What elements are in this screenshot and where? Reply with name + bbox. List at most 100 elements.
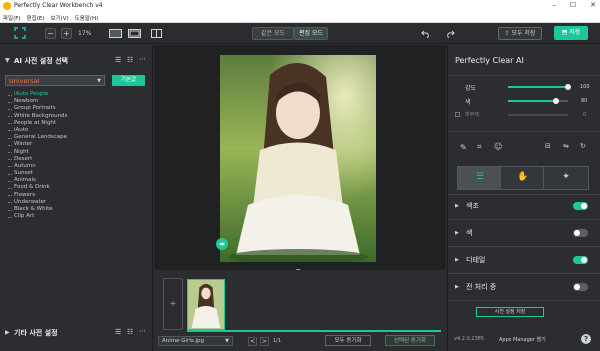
- single-view-icon[interactable]: [109, 29, 122, 38]
- expand-arrow-icon[interactable]: ▶: [5, 329, 10, 336]
- hand-icon: ✋: [517, 172, 529, 182]
- preset-select[interactable]: Universal ▼: [5, 75, 105, 86]
- more-options-icon[interactable]: ⋯: [139, 327, 146, 335]
- crop-icon[interactable]: ⌗: [477, 142, 482, 152]
- strength-value: 100: [580, 84, 590, 90]
- slider-label-skin: 피부색: [465, 112, 479, 118]
- preset-item[interactable]: Desert: [8, 156, 148, 163]
- preset-item[interactable]: Sunset: [8, 170, 148, 177]
- preset-item[interactable]: General Landscape: [8, 134, 148, 141]
- prev-image-button[interactable]: <: [248, 337, 257, 346]
- menu-help[interactable]: 도움말(H): [75, 14, 99, 22]
- undo-icon[interactable]: [421, 29, 431, 38]
- grid-view-icon[interactable]: ☷: [127, 56, 133, 64]
- tab-compare-mode[interactable]: 같은 모드: [252, 27, 294, 40]
- thumbnail[interactable]: [187, 279, 225, 330]
- panel-title: Perfectly Clear AI: [455, 56, 524, 65]
- more-options-icon[interactable]: ⋯: [139, 55, 146, 63]
- list-view-icon[interactable]: ☰: [115, 328, 121, 336]
- color-slider-knob[interactable]: [553, 98, 559, 104]
- preset-item[interactable]: Autumn: [8, 163, 148, 170]
- preset-item[interactable]: Newborn: [8, 98, 148, 105]
- preset-item[interactable]: iAuto People: [8, 91, 148, 98]
- split-view-icon[interactable]: [128, 29, 141, 38]
- page-indicator: 1/1: [273, 338, 282, 344]
- color-slider-fill: [508, 100, 556, 102]
- zoom-in-button[interactable]: +: [61, 28, 72, 39]
- skin-checkbox[interactable]: [455, 112, 460, 117]
- preset-item[interactable]: Underwater: [8, 199, 148, 206]
- preset-item[interactable]: iAuto: [8, 127, 148, 134]
- save-preset-button[interactable]: 사전 설정 저장: [476, 307, 544, 317]
- section-tone[interactable]: 색조: [466, 201, 479, 211]
- maximize-button[interactable]: ☐: [570, 1, 576, 9]
- section-preprocess[interactable]: 전 처리 중: [466, 282, 496, 292]
- strength-slider-knob[interactable]: [565, 84, 571, 90]
- preset-item[interactable]: People at Night: [8, 120, 148, 127]
- tab-adjustments[interactable]: ☰: [457, 166, 503, 190]
- apply-default-button[interactable]: 기본값: [112, 75, 145, 86]
- menu-file[interactable]: 파일(F): [3, 14, 21, 22]
- collapse-arrow-icon[interactable]: ▼: [5, 57, 10, 64]
- tone-toggle[interactable]: [573, 202, 588, 210]
- menu-view[interactable]: 보기(V): [50, 14, 68, 22]
- other-presets-header: 기타 사전 설정: [14, 329, 58, 337]
- preset-item[interactable]: Food & Drink: [8, 184, 148, 191]
- tab-retouch[interactable]: ✋: [500, 166, 546, 190]
- color-toggle[interactable]: [573, 229, 588, 237]
- export-all-button[interactable]: ⇪ 모두 저장: [498, 27, 542, 40]
- preset-item[interactable]: Night: [8, 149, 148, 156]
- filename-select[interactable]: Anime Girls.jpg ▼: [158, 336, 233, 346]
- rotate-icon[interactable]: ↻: [580, 142, 586, 150]
- skin-slider-track[interactable]: [508, 114, 568, 116]
- expand-arrow-icon[interactable]: ▶: [455, 203, 459, 209]
- preset-item[interactable]: White Backgrounds: [8, 113, 148, 120]
- skin-value: 0: [583, 112, 587, 118]
- window-title: Perfectly Clear Workbench v4: [14, 2, 103, 9]
- expand-arrow-icon[interactable]: ▶: [455, 257, 459, 263]
- preset-item[interactable]: Clip Art: [8, 213, 148, 220]
- next-image-button[interactable]: >: [260, 337, 269, 346]
- grid-view-icon[interactable]: ☷: [127, 328, 133, 336]
- chevron-down-icon: ▼: [97, 78, 101, 84]
- preset-item[interactable]: Black & White: [8, 206, 148, 213]
- zoom-out-button[interactable]: −: [45, 28, 56, 39]
- apps-manager-link[interactable]: Apps Manager 열기: [499, 336, 546, 343]
- main-photo[interactable]: [220, 55, 376, 262]
- chevron-down-icon: ▼: [225, 338, 229, 344]
- close-button[interactable]: ✕: [590, 1, 596, 9]
- slider-label-color: 색: [465, 99, 471, 106]
- add-image-button[interactable]: +: [163, 278, 183, 330]
- sync-all-button[interactable]: 모두 동기화: [325, 335, 371, 346]
- section-detail[interactable]: 디테일: [466, 255, 485, 265]
- filmstrip-scrollbar[interactable]: [187, 330, 441, 332]
- preset-item[interactable]: Group Portraits: [8, 105, 148, 112]
- tab-edit-mode[interactable]: 편집 모드: [294, 27, 328, 40]
- minimize-button[interactable]: –: [552, 1, 556, 9]
- flip-icon[interactable]: ⇋: [563, 142, 569, 150]
- expand-arrow-icon[interactable]: ▶: [455, 230, 459, 236]
- preset-item[interactable]: Flowers: [8, 192, 148, 199]
- crop-edit-icon[interactable]: ✎: [460, 143, 467, 152]
- side-by-side-icon[interactable]: [151, 29, 162, 38]
- save-button[interactable]: ⬒ 저장: [554, 26, 588, 40]
- preset-item[interactable]: Winter: [8, 141, 148, 148]
- help-icon[interactable]: ?: [581, 334, 591, 344]
- redo-icon[interactable]: [445, 29, 455, 38]
- compare-icon[interactable]: ⊟: [545, 142, 551, 150]
- preprocess-toggle[interactable]: [573, 283, 588, 291]
- list-view-icon[interactable]: ☰: [115, 56, 121, 64]
- section-color[interactable]: 색: [466, 228, 472, 238]
- strength-slider-fill: [508, 86, 568, 88]
- menu-edit[interactable]: 편집(E): [27, 14, 45, 22]
- face-icon[interactable]: ☺: [494, 142, 502, 151]
- fit-screen-icon[interactable]: [14, 27, 26, 39]
- slider-label-strength: 강도: [465, 85, 477, 92]
- detail-toggle[interactable]: [573, 256, 588, 264]
- tab-effects[interactable]: ✦: [543, 166, 589, 190]
- menu-bar: 파일(F) 편집(E) 보기(V) 도움말(H): [0, 13, 600, 23]
- preset-item[interactable]: Animals: [8, 177, 148, 184]
- sync-selected-button[interactable]: 선택된 동기화: [385, 335, 435, 346]
- expand-arrow-icon[interactable]: ▶: [455, 284, 459, 290]
- compare-slider-handle[interactable]: ◀▶: [216, 238, 228, 250]
